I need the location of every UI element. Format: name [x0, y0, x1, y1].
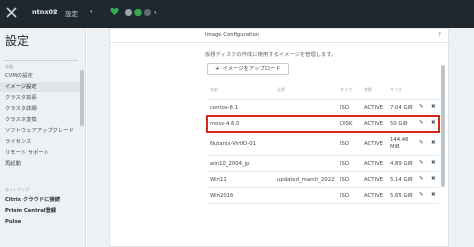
chevron-down-icon[interactable]: ▾ — [154, 10, 157, 16]
section-heading-setup: セットアップ — [5, 187, 29, 192]
chevron-down-icon[interactable]: ▾ — [53, 9, 56, 15]
table-scrollbar[interactable] — [441, 65, 445, 187]
panel-description: 仮想ディスクの作成に使用するイメージを管理します。 — [205, 52, 337, 58]
sidebar-scrollbar[interactable] — [80, 70, 84, 126]
pencil-icon[interactable]: ✎ — [419, 140, 424, 146]
image-type: ISO — [340, 177, 350, 183]
column-header-state[interactable]: 状態 — [364, 87, 372, 93]
page-title: 設定 — [5, 34, 30, 48]
top-navigation-bar: ntnx02 ▾ 設定 ▾ ▾ — [0, 0, 474, 28]
pencil-icon[interactable]: ✎ — [419, 104, 424, 110]
image-size: 5.65 GiB — [390, 193, 413, 199]
image-name: mosv-4.6.0 — [210, 121, 240, 127]
close-icon[interactable]: ✖ — [431, 120, 436, 126]
image-state: ACTIVE — [364, 105, 383, 111]
image-type: DISK — [340, 121, 353, 127]
image-name: Nutanix-VirtIO-01 — [210, 141, 256, 147]
nutanix-x-icon[interactable] — [5, 6, 18, 19]
image-size: 50 GiB — [390, 121, 408, 127]
image-state: ACTIVE — [364, 193, 383, 199]
pencil-icon[interactable]: ✎ — [419, 120, 424, 126]
settings-sidebar: 設定 全般 CVMの設定 イメージ設定 クラスタ拡張 クラスタ詳細 クラスタ変換… — [0, 28, 86, 247]
sidebar-item-licensing[interactable]: ライセンス — [0, 137, 80, 147]
image-state: ACTIVE — [364, 141, 383, 147]
close-icon[interactable]: ✖ — [431, 192, 436, 198]
image-state: ACTIVE — [364, 177, 383, 183]
table-row[interactable]: Win11 updated_march_2022 ISO ACTIVE 5.14… — [207, 172, 439, 188]
sidebar-item-convert-cluster[interactable]: クラスタ変換 — [0, 115, 80, 125]
sidebar-item-citrix-cloud[interactable]: Citrix クラウドに接続 — [0, 195, 80, 205]
help-icon[interactable]: ? — [438, 32, 441, 38]
search-input[interactable] — [4, 50, 78, 61]
sidebar-item-reboot[interactable]: 再起動 — [0, 159, 80, 169]
image-state: ACTIVE — [364, 161, 383, 167]
pencil-icon[interactable]: ✎ — [419, 176, 424, 182]
panel-title: Image Configuration — [205, 32, 260, 38]
column-header-annotation[interactable]: 注釈 — [277, 87, 285, 93]
sidebar-item-image-configuration[interactable]: イメージ設定 — [0, 82, 80, 92]
table-row[interactable]: Nutanix-VirtIO-01 ISO ACTIVE 144.46 MiB ✎… — [207, 132, 439, 156]
sidebar-item-software-upgrade[interactable]: ソフトウェアアップグレード — [0, 126, 80, 136]
pencil-icon[interactable]: ✎ — [419, 160, 424, 166]
close-icon[interactable]: ✖ — [431, 104, 436, 110]
chevron-down-icon[interactable]: ▾ — [90, 9, 93, 15]
image-configuration-panel: Image Configuration ? 仮想ディスクの作成に使用するイメージ… — [109, 28, 450, 247]
image-state: ACTIVE — [364, 121, 383, 127]
image-table: 名前 注釈 タイプ 状態 サイズ centos-8.1 ISO ACTIVE 7… — [206, 83, 440, 204]
column-header-type[interactable]: タイプ — [340, 87, 352, 93]
image-size-unit: MiB — [390, 144, 400, 150]
table-header: 名前 注釈 タイプ 状態 サイズ — [207, 83, 439, 100]
upload-image-label: イメージをアップロード — [222, 66, 281, 72]
image-type: ISO — [340, 193, 350, 199]
sidebar-item-cvm-settings[interactable]: CVMの設定 — [0, 71, 80, 81]
sidebar-item-remote-support[interactable]: リモート サポート — [0, 148, 80, 158]
status-dot-icon[interactable] — [124, 8, 152, 17]
table-row[interactable]: centos-8.1 ISO ACTIVE 7.04 GiB ✎ ✖ — [207, 100, 439, 116]
sidebar-item-expand-cluster[interactable]: クラスタ拡張 — [0, 93, 80, 103]
close-icon[interactable]: ✖ — [431, 176, 436, 182]
close-icon[interactable]: ✖ — [431, 160, 436, 166]
image-annotation: updated_march_2022 — [277, 177, 335, 183]
plus-icon: + — [215, 66, 220, 72]
table-row[interactable]: mosv-4.6.0 DISK ACTIVE 50 GiB ✎ ✖ — [206, 115, 440, 133]
sidebar-item-prism-central[interactable]: Prism Central登録 — [0, 206, 80, 216]
image-name: centos-8.1 — [210, 105, 238, 111]
divider — [110, 42, 450, 43]
table-row[interactable]: win10_2004_jp ISO ACTIVE 4.89 GiB ✎ ✖ — [207, 156, 439, 172]
image-type: ISO — [340, 161, 350, 167]
pencil-icon[interactable]: ✎ — [419, 192, 424, 198]
sidebar-item-pulse[interactable]: Pulse — [0, 217, 80, 227]
sidebar-item-cluster-details[interactable]: クラスタ詳細 — [0, 104, 80, 114]
image-name: win10_2004_jp — [210, 161, 250, 167]
image-name: Win2016 — [210, 193, 234, 199]
column-header-size[interactable]: サイズ — [390, 87, 402, 93]
column-header-name[interactable]: 名前 — [210, 87, 218, 93]
settings-nav-menu[interactable]: 設定 — [65, 8, 78, 18]
close-icon[interactable]: ✖ — [431, 140, 436, 146]
image-size: 7.04 GiB — [390, 105, 413, 111]
image-size: 5.14 GiB — [390, 177, 413, 183]
image-size-value: 144.46 — [390, 137, 409, 143]
image-type: ISO — [340, 105, 350, 111]
upload-image-button[interactable]: + イメージをアップロード — [207, 63, 289, 75]
image-size: 144.46 MiB — [390, 137, 409, 151]
heart-icon[interactable] — [110, 7, 119, 16]
image-name: Win11 — [210, 177, 227, 183]
section-heading-general: 全般 — [5, 64, 13, 69]
table-row[interactable]: Win2016 ISO ACTIVE 5.65 GiB ✎ ✖ — [207, 188, 439, 204]
image-size: 4.89 GiB — [390, 161, 413, 167]
image-type: ISO — [340, 141, 350, 147]
